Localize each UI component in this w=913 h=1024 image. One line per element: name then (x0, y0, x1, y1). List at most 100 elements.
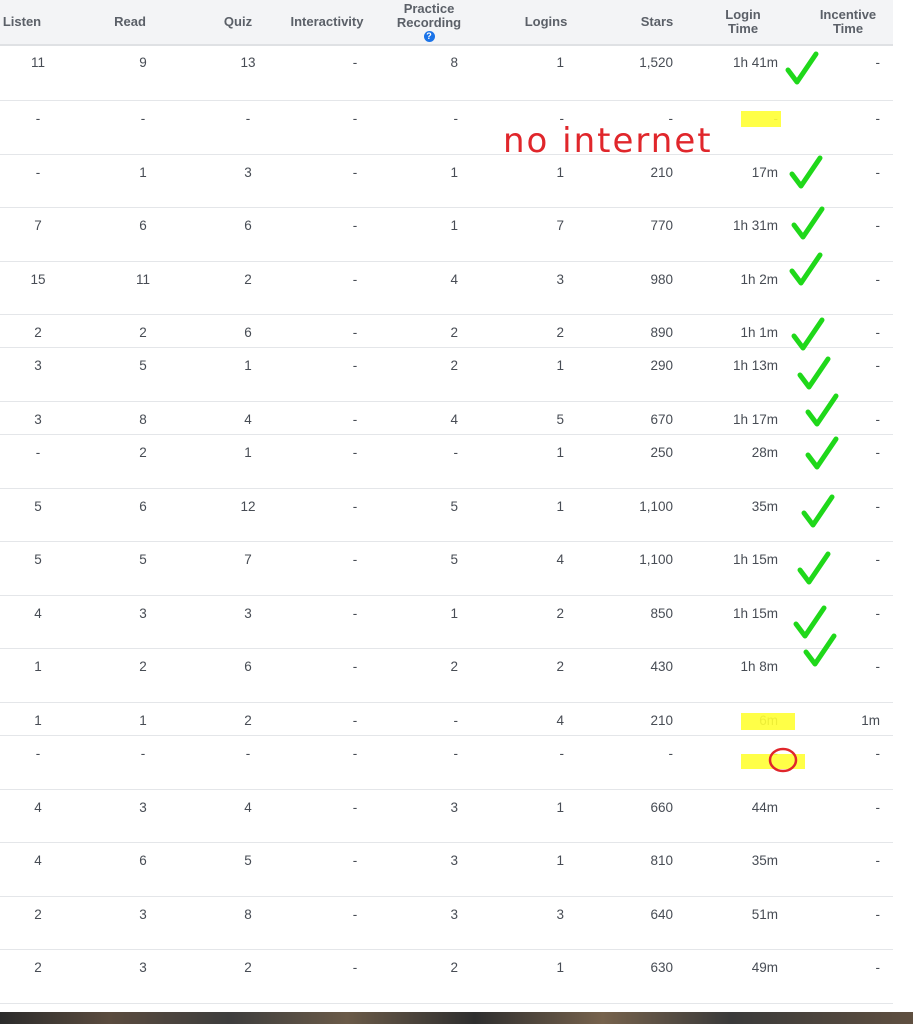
cell-practice: 4 (450, 412, 458, 427)
cell-practice: - (453, 746, 459, 761)
cell-listen: 4 (34, 853, 42, 868)
cell-read: 3 (139, 907, 147, 922)
cell-interactivity: - (352, 55, 358, 70)
table-row: --------- (0, 735, 893, 790)
cell-quiz: 6 (244, 659, 252, 674)
cell-login_time: 6m (759, 713, 778, 728)
cell-read: 5 (139, 552, 147, 567)
header-incentive-line: Time (832, 21, 864, 36)
cell-stars: 810 (650, 853, 673, 868)
cell-interactivity: - (352, 659, 358, 674)
table-row: --------- (0, 100, 893, 155)
cell-quiz: - (245, 111, 251, 126)
cell-practice: - (453, 713, 459, 728)
cell-read: - (140, 746, 146, 761)
header-incentive-line: Incentive (819, 7, 877, 22)
cell-read: 3 (139, 960, 147, 975)
cell-listen: 5 (34, 552, 42, 567)
cell-quiz: 8 (244, 907, 252, 922)
cell-stars: 770 (650, 218, 673, 233)
cell-practice: 3 (450, 853, 458, 868)
cell-listen: 1 (34, 659, 42, 674)
cell-login_time: 1h 15m (732, 606, 778, 621)
cell-logins: 5 (556, 412, 564, 427)
cell-practice: - (453, 445, 459, 460)
cell-practice: 4 (450, 272, 458, 287)
cell-logins: 1 (556, 853, 564, 868)
cell-stars: 630 (650, 960, 673, 975)
cell-practice: 2 (450, 960, 458, 975)
table-row: 5 5 7 - 5 4 1,100 1h 15m - (0, 541, 893, 596)
cell-quiz: 13 (240, 55, 256, 70)
cell-login_time: 35m (751, 853, 778, 868)
cell-incentive: - (875, 800, 881, 815)
cell-practice: 1 (450, 606, 458, 621)
cell-logins: 1 (556, 960, 564, 975)
cell-read: 2 (139, 659, 147, 674)
table-row: - 1 3 - 1 1 210 17m - (0, 154, 893, 208)
cell-read: 6 (139, 218, 147, 233)
cell-read: 1 (139, 165, 147, 180)
student-stats-table: Listen Read Quiz Interactivity Practice Recor… (0, 0, 893, 1004)
table-row: 3 8 4 - 4 5 670 1h 17m - (0, 401, 893, 435)
cell-interactivity: - (352, 325, 358, 340)
cell-quiz: 1 (244, 445, 252, 460)
cell-interactivity: - (352, 960, 358, 975)
cell-practice: - (453, 111, 459, 126)
cell-read: 6 (139, 853, 147, 868)
table-row: 2 2 6 - 2 2 890 1h 1m - (0, 314, 893, 348)
cell-quiz: 3 (244, 606, 252, 621)
cell-incentive: - (875, 412, 881, 427)
cell-read: 2 (139, 445, 147, 460)
cell-quiz: 3 (244, 165, 252, 180)
cell-login_time: 1h 13m (732, 358, 778, 373)
cell-logins: 4 (556, 552, 564, 567)
cell-read: 3 (139, 606, 147, 621)
cell-listen: 2 (34, 960, 42, 975)
cell-listen: 5 (34, 499, 42, 514)
cell-interactivity: - (352, 713, 358, 728)
header-login_time-line: Login (725, 7, 761, 22)
table-header: Listen Read Quiz Interactivity Practice Recor… (0, 0, 893, 46)
cell-stars: 290 (650, 358, 673, 373)
cell-interactivity: - (352, 412, 358, 427)
header-interactivity-line: Interactivity (290, 14, 364, 29)
cell-listen: 2 (34, 325, 42, 340)
cell-incentive: - (875, 218, 881, 233)
cell-quiz: 6 (244, 325, 252, 340)
cell-logins: 4 (556, 713, 564, 728)
cell-incentive: 1m (861, 713, 880, 728)
cell-incentive: - (875, 659, 881, 674)
cell-read: 3 (139, 800, 147, 815)
cell-incentive: - (875, 907, 881, 922)
cell-practice: 5 (450, 499, 458, 514)
cell-incentive: - (875, 445, 881, 460)
cell-stars: 1,100 (639, 552, 673, 567)
table-row: 15 11 2 - 4 3 980 1h 2m - (0, 261, 893, 315)
cell-logins: 2 (556, 325, 564, 340)
cell-login_time: 49m (751, 960, 778, 975)
table-row: 4 3 4 - 3 1 660 44m - (0, 789, 893, 843)
table-row: 3 5 1 - 2 1 290 1h 13m - (0, 347, 893, 402)
cell-read: 9 (139, 55, 147, 70)
cell-interactivity: - (352, 358, 358, 373)
cell-incentive: - (875, 55, 881, 70)
cell-logins: 7 (556, 218, 564, 233)
header-read-line: Read (114, 14, 146, 29)
question-circle-icon[interactable]: ? (423, 31, 435, 42)
cell-interactivity: - (352, 746, 358, 761)
header-logins-line: Logins (524, 14, 568, 29)
cell-logins: 2 (556, 659, 564, 674)
cell-incentive: - (875, 606, 881, 621)
desktop-taskbar-strip (0, 1012, 913, 1024)
cell-stars: - (668, 111, 674, 126)
cell-incentive: - (875, 165, 881, 180)
cell-listen: 4 (34, 800, 42, 815)
cell-interactivity: - (352, 218, 358, 233)
cell-practice: 3 (450, 907, 458, 922)
cell-interactivity: - (352, 606, 358, 621)
cell-practice: 1 (450, 165, 458, 180)
cell-quiz: 4 (244, 800, 252, 815)
cell-login_time: 1h 8m (740, 659, 778, 674)
cell-stars: 980 (650, 272, 673, 287)
